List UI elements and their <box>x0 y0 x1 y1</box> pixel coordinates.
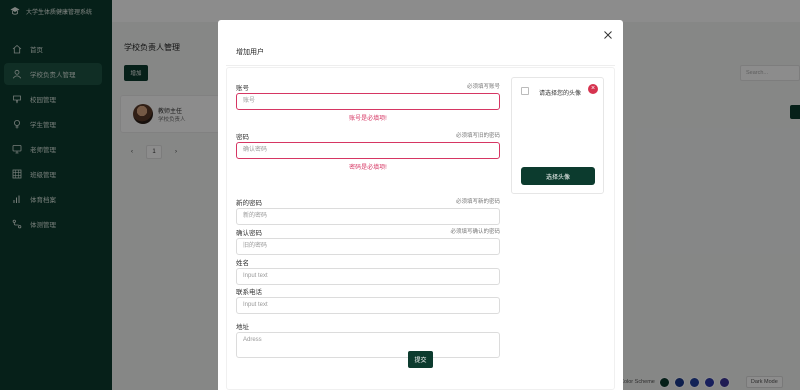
error-message: 账号是必填项! <box>349 116 387 122</box>
password-input[interactable]: 确认密码 <box>236 142 500 159</box>
modal-title: 增加用户 <box>236 49 264 56</box>
name-input[interactable]: Input text <box>236 268 500 285</box>
confirm-password-input[interactable]: 旧的密码 <box>236 238 500 255</box>
field-label: 姓名 <box>236 260 249 267</box>
field-label: 新的密码 <box>236 200 262 207</box>
field-hint: 必须填写账号 <box>466 84 500 90</box>
field-hint: 必须填写新的密码 <box>455 199 500 205</box>
account-input[interactable]: 账号 <box>236 93 500 110</box>
address-textarea[interactable]: Adress <box>236 332 500 358</box>
remove-icon[interactable]: × <box>588 84 598 94</box>
submit-button[interactable]: 提交 <box>408 351 433 368</box>
field-label: 密码 <box>236 134 249 141</box>
new-password-input[interactable]: 新的密码 <box>236 208 500 225</box>
avatar-prompt: 请选择您的头像 <box>539 91 582 97</box>
avatar-checkbox[interactable] <box>521 87 529 95</box>
field-hint: 必须填写确认的密码 <box>450 229 500 235</box>
field-label: 联系电话 <box>236 289 262 296</box>
avatar-panel: 请选择您的头像 × 选择头像 <box>511 77 604 194</box>
field-label: 账号 <box>236 85 249 92</box>
phone-input[interactable]: Input text <box>236 297 500 314</box>
field-label: 确认密码 <box>236 230 262 237</box>
close-icon[interactable] <box>603 30 613 40</box>
choose-avatar-button[interactable]: 选择头像 <box>521 167 595 185</box>
divider <box>226 65 615 66</box>
error-message: 密码是必填项! <box>349 165 387 171</box>
field-label: 地址 <box>236 324 249 331</box>
add-user-modal: 增加用户 账号 必须填写账号 账号 账号是必填项! 密码 必须填写旧的密码 确认… <box>218 20 623 390</box>
field-hint: 必须填写旧的密码 <box>455 133 500 139</box>
